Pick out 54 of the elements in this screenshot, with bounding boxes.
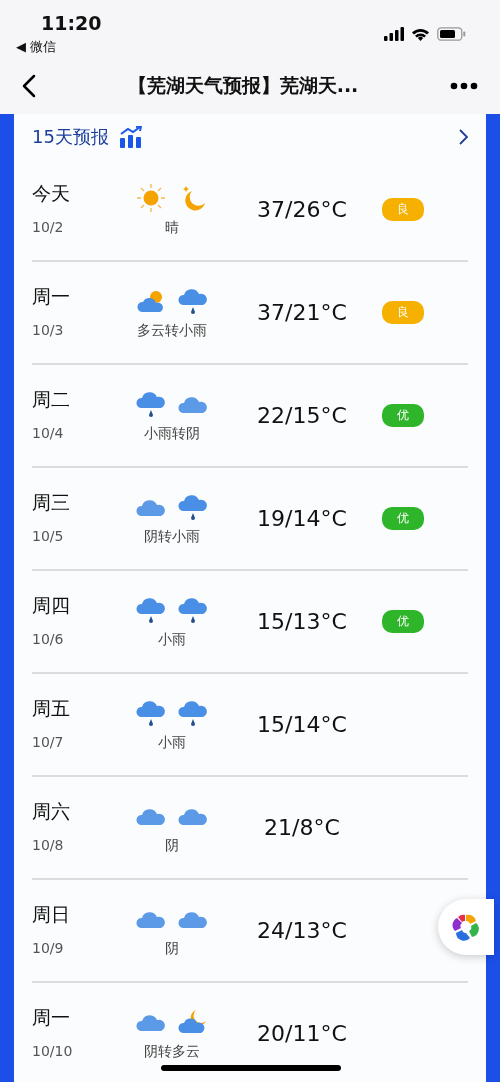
date-label: 10/3 (32, 321, 65, 338)
day-label: 周五 (32, 695, 71, 721)
temperature-label: 19/14°C (256, 506, 348, 531)
condition-label: 小雨转阴 (144, 424, 200, 443)
air-quality-badge: 优 (382, 507, 424, 530)
day-label: 周六 (32, 798, 71, 824)
condition-label: 阴转小雨 (144, 527, 200, 546)
date-label: 10/6 (32, 630, 65, 647)
condition-label: 多云转小雨 (137, 321, 207, 340)
day-label: 周一 (32, 1004, 71, 1030)
sun-icon (136, 182, 166, 213)
air-quality-badge: 良 (382, 198, 424, 221)
back-icon[interactable] (22, 74, 36, 98)
condition-label: 阴转多云 (144, 1042, 200, 1061)
page-title: 【芜湖天气预报】芜湖天... (127, 73, 359, 98)
date-label: 10/7 (32, 733, 65, 750)
temperature-label: 22/15°C (256, 403, 348, 428)
more-icon[interactable] (450, 82, 478, 90)
section-title: 15天预报 (32, 124, 109, 149)
battery-icon (437, 27, 466, 41)
temperature-label: 15/13°C (256, 609, 348, 634)
day-label: 周一 (32, 283, 71, 309)
date-label: 10/8 (32, 836, 65, 853)
temperature-label: 20/11°C (256, 1021, 348, 1046)
status-time: 11:20 (40, 12, 102, 34)
temperature-label: 37/21°C (256, 300, 348, 325)
temperature-label: 21/8°C (263, 815, 341, 840)
date-label: 10/4 (32, 424, 65, 441)
date-label: 10/2 (32, 218, 65, 235)
date-label: 10/9 (32, 939, 65, 956)
condition-label: 晴 (165, 218, 179, 237)
bar-chart-icon (118, 125, 143, 148)
temperature-label: 37/26°C (256, 197, 348, 222)
day-label: 周二 (32, 386, 71, 412)
chevron-right-icon[interactable] (458, 128, 468, 145)
condition-label: 小雨 (158, 630, 186, 649)
condition-label: 阴 (165, 939, 179, 958)
air-quality-badge: 良 (382, 301, 424, 324)
temperature-label: 15/14°C (256, 712, 348, 737)
date-label: 10/10 (32, 1042, 74, 1059)
float-button[interactable] (438, 899, 494, 955)
signal-icon (384, 27, 404, 41)
wifi-icon (411, 27, 430, 41)
condition-label: 阴 (165, 836, 179, 855)
back-to-app-link[interactable]: ◀ 微信 (16, 38, 57, 56)
condition-label: 小雨 (158, 733, 186, 752)
day-label: 周三 (32, 489, 71, 515)
day-label: 周日 (32, 901, 71, 927)
day-label: 今天 (32, 180, 71, 206)
air-quality-badge: 优 (382, 610, 424, 633)
temperature-label: 24/13°C (256, 918, 348, 943)
day-label: 周四 (32, 592, 71, 618)
date-label: 10/5 (32, 527, 65, 544)
air-quality-badge: 优 (382, 404, 424, 427)
